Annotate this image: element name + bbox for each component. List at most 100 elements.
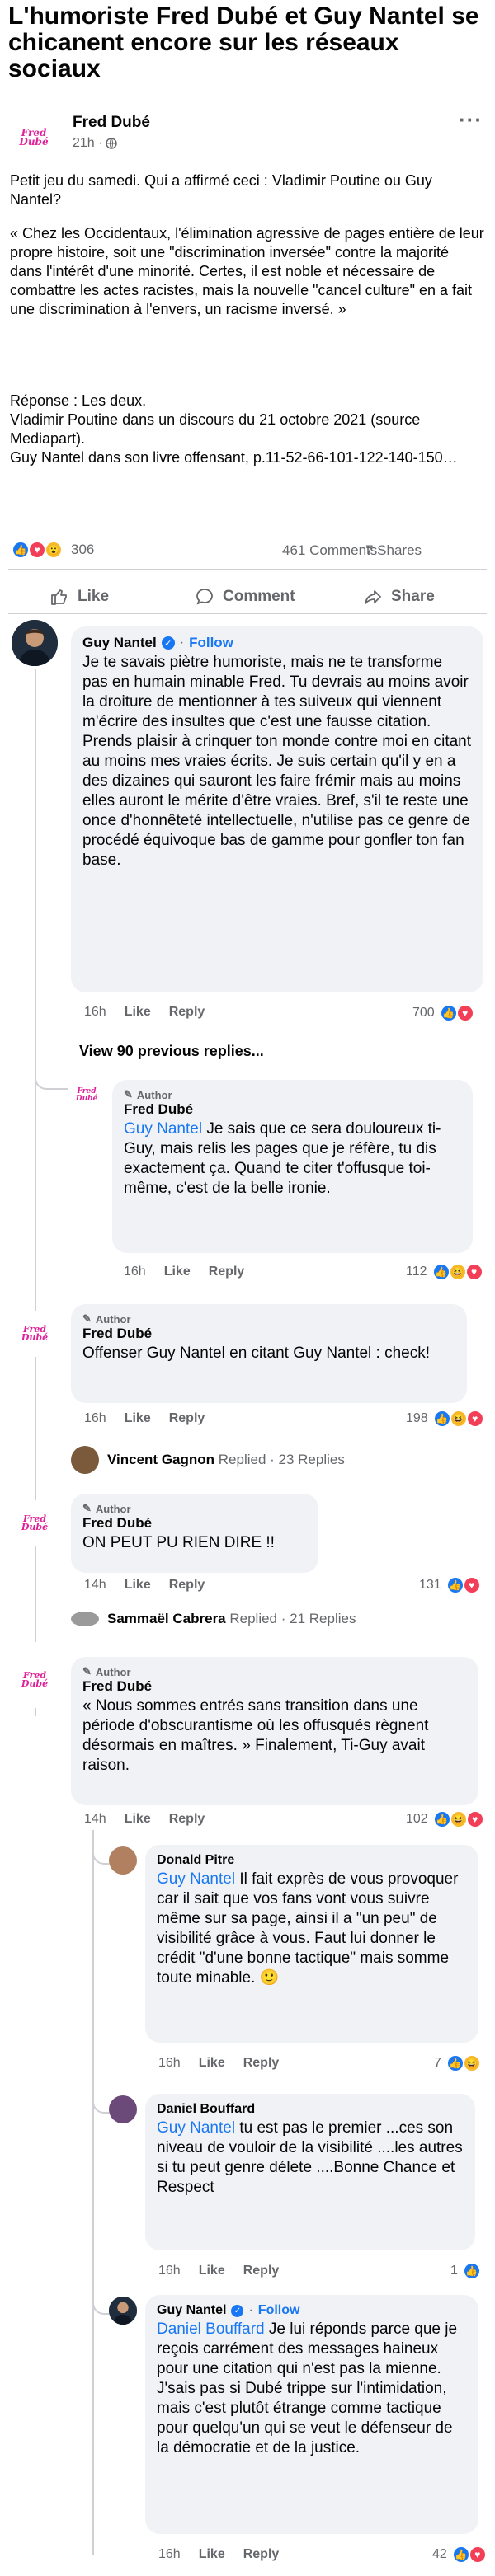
mention-link[interactable]: Daniel Bouffard xyxy=(157,2320,265,2338)
nested-reply-button[interactable]: Reply xyxy=(243,2056,280,2071)
post-text-3: Réponse : Les deux. Vladimir Poutine dan… xyxy=(10,392,458,466)
comment-button[interactable]: Comment xyxy=(195,587,295,607)
fred-dube-avatar[interactable]: Fred Dubé xyxy=(12,1657,58,1703)
nested-reactions[interactable]: 42 👍 ♥ xyxy=(432,2546,487,2564)
thread-connector xyxy=(92,1840,109,1865)
more-options-icon[interactable]: ··· xyxy=(459,107,483,133)
nested-reactions[interactable]: 7 👍 😆 xyxy=(434,2054,481,2072)
nested-author[interactable]: Donald Pitre xyxy=(157,1853,467,1868)
fred-dube-logo: Fred Dubé xyxy=(21,1323,49,1343)
reply-reactions[interactable]: 131 👍 ♥ xyxy=(419,1576,481,1594)
nested-age[interactable]: 16h xyxy=(158,2264,181,2278)
reply-author[interactable]: Fred Dubé xyxy=(82,1326,455,1342)
post-reactions[interactable]: 👍 ♥ 😮 306 xyxy=(12,541,94,559)
like-button[interactable]: Like xyxy=(50,587,109,607)
donald-pitre-avatar[interactable] xyxy=(109,1846,137,1875)
reply-text: Offenser Guy Nantel en citant Guy Nantel… xyxy=(82,1344,431,1362)
replied-summary[interactable]: Vincent Gagnon Replied · 23 Replies xyxy=(71,1446,345,1474)
reply-reactions[interactable]: 198 👍 😆 ♥ xyxy=(406,1410,484,1428)
nested-like-button[interactable]: Like xyxy=(199,2547,225,2562)
reply-like-button[interactable]: Like xyxy=(125,1411,151,1426)
follow-link[interactable]: Follow xyxy=(189,635,233,651)
reply-reply-button[interactable]: Reply xyxy=(209,1265,245,1279)
reply-reactions[interactable]: 112 👍 😆 ♥ xyxy=(406,1263,483,1281)
post-share-count[interactable]: 7 Shares xyxy=(365,542,422,559)
share-label: Share xyxy=(391,588,435,605)
reply-author[interactable]: Fred Dubé xyxy=(124,1101,461,1118)
comment-age[interactable]: 16h xyxy=(84,1005,106,1020)
post-timestamp[interactable]: 21h · xyxy=(73,136,118,151)
mention-link[interactable]: Guy Nantel xyxy=(157,2119,235,2137)
reply-like-button[interactable]: Like xyxy=(164,1265,191,1279)
post-comment-count[interactable]: 461 Comments xyxy=(282,542,377,559)
reply-reply-button[interactable]: Reply xyxy=(169,1411,205,1426)
reply-reply-button[interactable]: Reply xyxy=(169,1578,205,1593)
like-reaction-icon: 👍 xyxy=(431,1263,450,1281)
nested-reply-button[interactable]: Reply xyxy=(243,2547,280,2562)
heart-reaction-icon: ♥ xyxy=(465,1810,484,1828)
replied-summary[interactable]: Sammaël Cabrera Replied · 21 Replies xyxy=(71,1611,356,1627)
reply-text: ON PEUT PU RIEN DIRE !! xyxy=(82,1534,275,1551)
reply-age[interactable]: 16h xyxy=(124,1265,146,1279)
nested-reply-button[interactable]: Reply xyxy=(243,2264,280,2278)
heart-reaction-icon: ♥ xyxy=(462,1576,481,1594)
fred-dube-logo: Fred Dubé xyxy=(21,1669,49,1689)
reply-like-button[interactable]: Like xyxy=(125,1812,151,1827)
like-label: Like xyxy=(78,588,110,605)
comment-reply-button[interactable]: Reply xyxy=(169,1005,205,1020)
vincent-gagnon-avatar xyxy=(71,1446,99,1474)
nested-author[interactable]: Daniel Bouffard xyxy=(157,2102,464,2117)
nested-age[interactable]: 16h xyxy=(158,2547,181,2562)
nested-like-button[interactable]: Like xyxy=(199,2056,225,2071)
daniel-bouffard-avatar[interactable] xyxy=(109,2095,137,2123)
mention-link[interactable]: Guy Nantel xyxy=(124,1120,202,1138)
comment-label: Comment xyxy=(223,588,295,605)
reply-author[interactable]: Fred Dubé xyxy=(82,1678,467,1695)
wow-reaction-icon: 😮 xyxy=(45,541,63,559)
reply-reactions[interactable]: 102 👍 😆 ♥ xyxy=(406,1810,484,1828)
nested-like-button[interactable]: Like xyxy=(199,2264,225,2278)
heart-reaction-icon: ♥ xyxy=(455,1004,474,1022)
post-author-name[interactable]: Fred Dubé xyxy=(73,114,150,132)
mention-link[interactable]: Guy Nantel xyxy=(157,1870,235,1888)
nested-reaction-count: 42 xyxy=(432,2547,447,2561)
comment-author[interactable]: Guy Nantel xyxy=(82,635,157,651)
reply-author[interactable]: Fred Dubé xyxy=(82,1515,307,1532)
reply-reply-button[interactable]: Reply xyxy=(169,1812,205,1827)
heart-reaction-icon: ♥ xyxy=(465,1410,484,1428)
reply-reaction-count: 131 xyxy=(419,1578,441,1592)
nested-reactions[interactable]: 1 👍 xyxy=(450,2262,481,2280)
nested-author[interactable]: Guy Nantel xyxy=(157,2303,226,2318)
fred-dube-avatar[interactable]: Fred Dubé xyxy=(12,1500,58,1546)
comment-reaction-count: 700 xyxy=(412,1006,435,1020)
guy-nantel-avatar[interactable] xyxy=(12,620,58,666)
comment-like-button[interactable]: Like xyxy=(125,1005,151,1020)
fred-dube-avatar[interactable]: Fred Dubé xyxy=(12,1311,58,1357)
fred-dube-avatar[interactable]: Fred Dubé xyxy=(10,114,58,162)
fred-dube-logo: Fred Dubé xyxy=(21,1513,49,1532)
comment-meta: 16h Like Reply xyxy=(84,1005,205,1020)
like-reaction-icon: 👍 xyxy=(432,1410,451,1428)
reply-age[interactable]: 14h xyxy=(84,1578,106,1593)
reply-bubble: ✎ Author Fred Dubé ON PEUT PU RIEN DIRE !… xyxy=(71,1494,318,1573)
post-text-2: « Chez les Occidentaux, l'élimination ag… xyxy=(10,225,484,317)
view-previous-replies[interactable]: View 90 previous replies... xyxy=(79,1043,264,1060)
share-button[interactable]: Share xyxy=(363,587,435,607)
replied-name: Vincent Gagnon xyxy=(107,1452,215,1467)
thumbs-up-icon xyxy=(51,589,67,605)
comment-reactions[interactable]: 700 👍 ♥ xyxy=(412,1004,474,1022)
divider xyxy=(8,569,487,570)
reply-like-button[interactable]: Like xyxy=(125,1578,151,1593)
reply-age[interactable]: 14h xyxy=(84,1812,106,1827)
replied-suffix: Replied · 23 Replies xyxy=(214,1452,345,1467)
guy-nantel-avatar[interactable] xyxy=(109,2297,137,2325)
nested-text: Guy Nantel Il fait exprès de vous provoq… xyxy=(157,1870,459,1987)
haha-reaction-icon: 😆 xyxy=(449,1810,468,1828)
follow-link[interactable]: Follow xyxy=(258,2303,300,2318)
heart-reaction-icon: ♥ xyxy=(464,1263,483,1281)
reply-reaction-count: 198 xyxy=(406,1411,428,1425)
fred-dube-avatar[interactable]: Fred Dubé xyxy=(69,1078,104,1113)
nested-age[interactable]: 16h xyxy=(158,2056,181,2071)
reply-age[interactable]: 16h xyxy=(84,1411,106,1426)
heart-reaction-icon: ♥ xyxy=(28,541,46,559)
